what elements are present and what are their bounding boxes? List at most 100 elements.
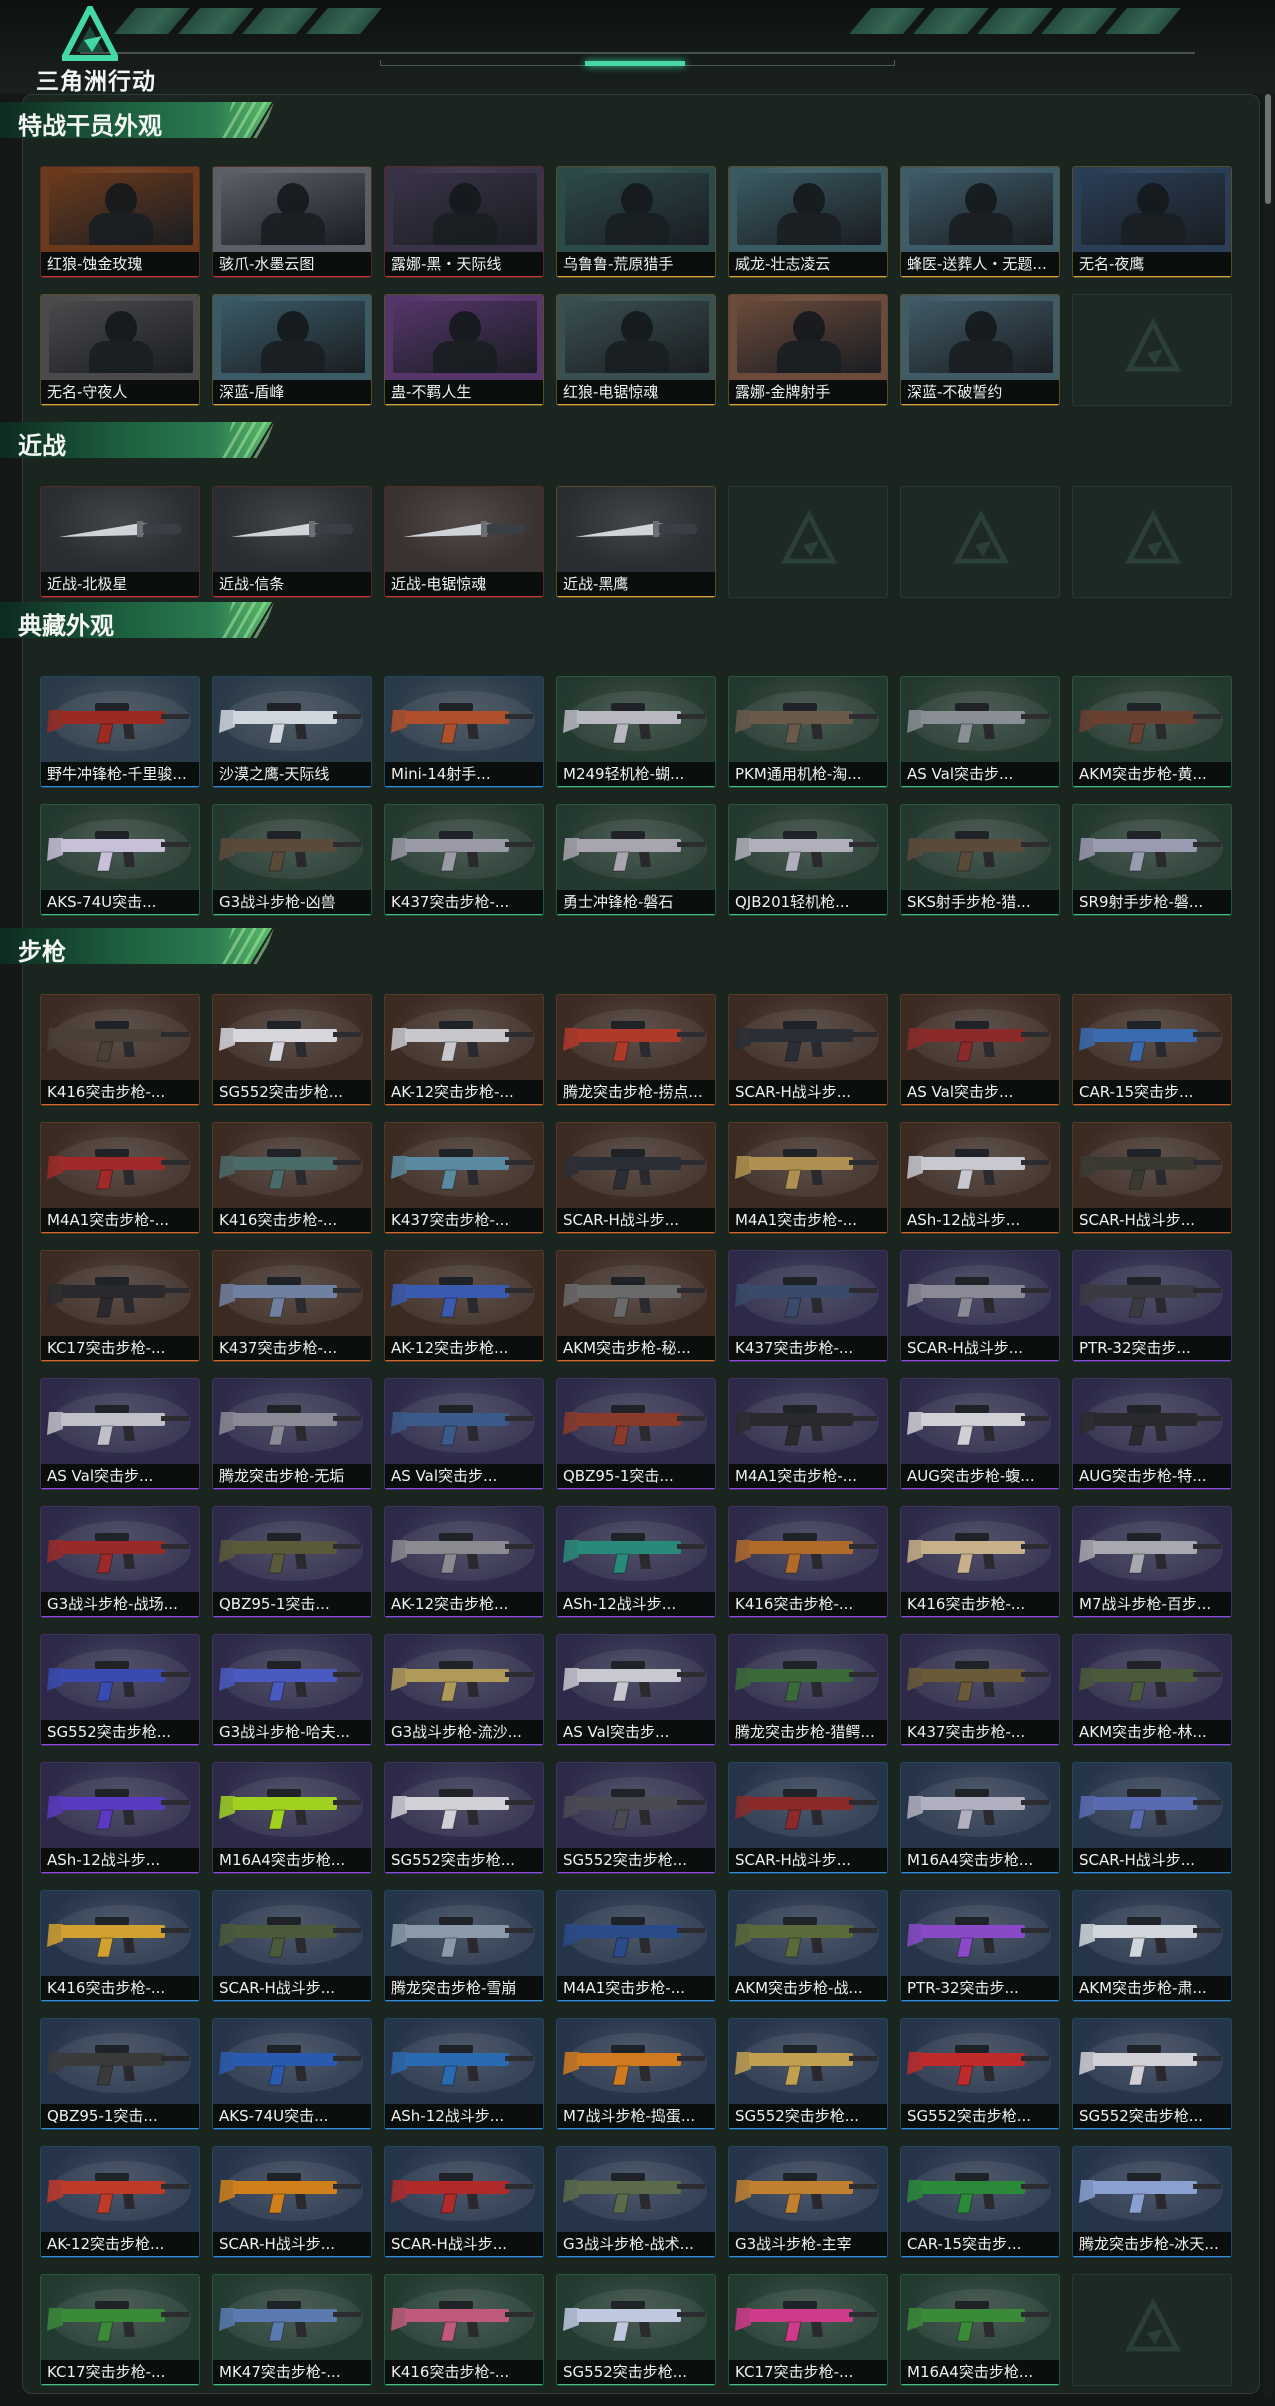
skin-card[interactable]: Mini-14射手... [384, 676, 544, 788]
skin-card[interactable]: 红狼-蚀金玫瑰 [40, 166, 200, 278]
skin-card[interactable]: SCAR-H战斗步... [728, 1762, 888, 1874]
skin-card[interactable]: 近战-电锯惊魂 [384, 486, 544, 598]
skin-card[interactable]: AUG突击步枪-特... [1072, 1378, 1232, 1490]
skin-card[interactable]: AS Val突击步... [384, 1378, 544, 1490]
skin-card[interactable]: 乌鲁鲁-荒原猎手 [556, 166, 716, 278]
skin-card[interactable]: K416突击步枪-... [900, 1506, 1060, 1618]
skin-card[interactable]: AK-12突击步枪-... [384, 994, 544, 1106]
skin-card[interactable]: AKM突击步枪-林... [1072, 1634, 1232, 1746]
skin-card[interactable]: AKM突击步枪-肃... [1072, 1890, 1232, 2002]
skin-card[interactable]: AK-12突击步枪... [384, 1506, 544, 1618]
skin-card[interactable]: ASh-12战斗步... [40, 1762, 200, 1874]
skin-card[interactable]: 腾龙突击步枪-冰天... [1072, 2146, 1232, 2258]
skin-card[interactable]: 腾龙突击步枪-猎鳄... [728, 1634, 888, 1746]
skin-card[interactable]: 无名-守夜人 [40, 294, 200, 406]
skin-card[interactable]: 腾龙突击步枪-无垢 [212, 1378, 372, 1490]
skin-card[interactable]: AKM突击步枪-黄... [1072, 676, 1232, 788]
skin-card[interactable]: SCAR-H战斗步... [212, 2146, 372, 2258]
skin-card[interactable]: M16A4突击步枪... [212, 1762, 372, 1874]
skin-card[interactable]: MK47突击步枪-... [212, 2274, 372, 2386]
skin-card[interactable]: K416突击步枪-... [384, 2274, 544, 2386]
skin-card[interactable]: KC17突击步枪-... [40, 1250, 200, 1362]
skin-card[interactable]: SKS射手步枪-猎... [900, 804, 1060, 916]
skin-card[interactable]: PKM通用机枪-淘... [728, 676, 888, 788]
skin-card[interactable]: G3战斗步枪-主宰 [728, 2146, 888, 2258]
skin-card[interactable]: AKM突击步枪-秘... [556, 1250, 716, 1362]
skin-card[interactable]: K437突击步枪-... [384, 1122, 544, 1234]
skin-card[interactable]: M4A1突击步枪-... [728, 1122, 888, 1234]
skin-card[interactable]: SG552突击步枪... [384, 1762, 544, 1874]
skin-card[interactable]: 露娜-金牌射手 [728, 294, 888, 406]
skin-card[interactable]: AKS-74U突击... [40, 804, 200, 916]
skin-card[interactable]: G3战斗步枪-流沙... [384, 1634, 544, 1746]
skin-card[interactable]: PTR-32突击步... [900, 1890, 1060, 2002]
skin-card[interactable]: 露娜-黑・天际线 [384, 166, 544, 278]
skin-card[interactable]: 近战-北极星 [40, 486, 200, 598]
skin-card[interactable]: SCAR-H战斗步... [1072, 1762, 1232, 1874]
skin-card[interactable]: M249轻机枪-蝴... [556, 676, 716, 788]
skin-card[interactable]: AKS-74U突击... [212, 2018, 372, 2130]
skin-card[interactable]: AUG突击步枪-蝮... [900, 1378, 1060, 1490]
skin-card[interactable]: SG552突击步枪... [900, 2018, 1060, 2130]
skin-card[interactable]: K437突击步枪-... [212, 1250, 372, 1362]
skin-card[interactable]: M4A1突击步枪-... [728, 1378, 888, 1490]
skin-card[interactable]: G3战斗步枪-凶兽 [212, 804, 372, 916]
skin-card[interactable]: AKM突击步枪-战... [728, 1890, 888, 2002]
skin-card[interactable]: QBZ95-1突击... [40, 2018, 200, 2130]
skin-card[interactable]: AK-12突击步枪... [40, 2146, 200, 2258]
skin-card[interactable]: 深蓝-不破誓约 [900, 294, 1060, 406]
skin-card[interactable]: ASh-12战斗步... [900, 1122, 1060, 1234]
skin-card[interactable]: SCAR-H战斗步... [1072, 1122, 1232, 1234]
skin-card[interactable]: 骇爪-水墨云图 [212, 166, 372, 278]
skin-card[interactable]: K416突击步枪-... [40, 994, 200, 1106]
skin-card[interactable]: K416突击步枪-... [40, 1890, 200, 2002]
skin-card[interactable]: CAR-15突击步... [1072, 994, 1232, 1106]
skin-card[interactable]: QJB201轻机枪... [728, 804, 888, 916]
skin-card[interactable]: K437突击步枪-... [384, 804, 544, 916]
skin-card[interactable]: K416突击步枪-... [212, 1122, 372, 1234]
skin-card[interactable]: SG552突击步枪... [1072, 2018, 1232, 2130]
scrollbar-thumb[interactable] [1265, 94, 1271, 204]
skin-card[interactable]: K416突击步枪-... [728, 1506, 888, 1618]
skin-card[interactable]: G3战斗步枪-哈夫... [212, 1634, 372, 1746]
skin-card[interactable]: M7战斗步枪-捣蛋... [556, 2018, 716, 2130]
skin-card[interactable]: KC17突击步枪-... [40, 2274, 200, 2386]
skin-card[interactable]: SR9射手步枪-磐... [1072, 804, 1232, 916]
skin-card[interactable]: KC17突击步枪-... [728, 2274, 888, 2386]
skin-card[interactable]: ASh-12战斗步... [384, 2018, 544, 2130]
skin-card[interactable]: 沙漠之鹰-天际线 [212, 676, 372, 788]
skin-card[interactable]: SCAR-H战斗步... [728, 994, 888, 1106]
skin-card[interactable]: SG552突击步枪... [556, 1762, 716, 1874]
skin-card[interactable]: SG552突击步枪... [728, 2018, 888, 2130]
skin-card[interactable]: CAR-15突击步... [900, 2146, 1060, 2258]
skin-card[interactable]: SG552突击步枪... [212, 994, 372, 1106]
skin-card[interactable]: G3战斗步枪-战场... [40, 1506, 200, 1618]
skin-card[interactable]: SCAR-H战斗步... [212, 1890, 372, 2002]
skin-card[interactable]: M4A1突击步枪-... [556, 1890, 716, 2002]
skin-card[interactable]: AS Val突击步... [40, 1378, 200, 1490]
skin-card[interactable]: ASh-12战斗步... [556, 1506, 716, 1618]
skin-card[interactable]: 蛊-不羁人生 [384, 294, 544, 406]
skin-card[interactable]: PTR-32突击步... [1072, 1250, 1232, 1362]
skin-card[interactable]: SCAR-H战斗步... [900, 1250, 1060, 1362]
skin-card[interactable]: SG552突击步枪... [556, 2274, 716, 2386]
skin-card[interactable]: AS Val突击步... [900, 676, 1060, 788]
skin-card[interactable]: M4A1突击步枪-... [40, 1122, 200, 1234]
skin-card[interactable]: AS Val突击步... [556, 1634, 716, 1746]
skin-card[interactable]: M16A4突击步枪... [900, 1762, 1060, 1874]
skin-card[interactable]: 红狼-电锯惊魂 [556, 294, 716, 406]
skin-card[interactable]: QBZ95-1突击... [556, 1378, 716, 1490]
skin-card[interactable]: K437突击步枪-... [900, 1634, 1060, 1746]
skin-card[interactable]: 勇士冲锋枪-磐石 [556, 804, 716, 916]
skin-card[interactable]: G3战斗步枪-战术... [556, 2146, 716, 2258]
skin-card[interactable]: 近战-黑鹰 [556, 486, 716, 598]
skin-card[interactable]: 野牛冲锋枪-千里骏... [40, 676, 200, 788]
skin-card[interactable]: M16A4突击步枪... [900, 2274, 1060, 2386]
skin-card[interactable]: AS Val突击步... [900, 994, 1060, 1106]
skin-card[interactable]: 蜂医-送葬人・无题... [900, 166, 1060, 278]
scrollbar[interactable] [1263, 88, 1273, 2398]
skin-card[interactable]: SG552突击步枪... [40, 1634, 200, 1746]
skin-card[interactable]: 深蓝-盾峰 [212, 294, 372, 406]
skin-card[interactable]: 腾龙突击步枪-捞点... [556, 994, 716, 1106]
skin-card[interactable]: 近战-信条 [212, 486, 372, 598]
